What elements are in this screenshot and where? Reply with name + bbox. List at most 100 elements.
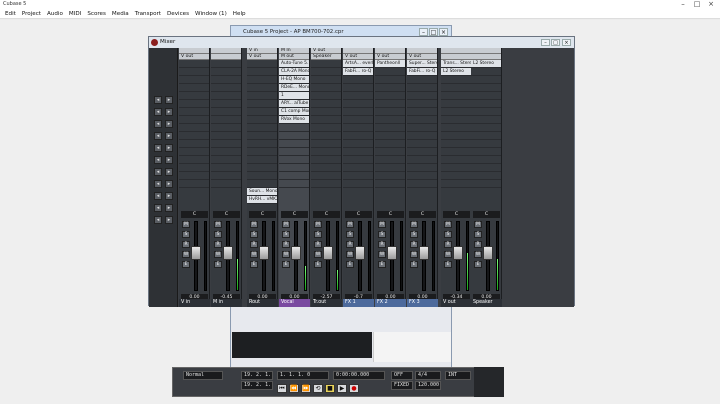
insert-slot[interactable]	[407, 156, 437, 164]
insert-slot[interactable]	[375, 180, 405, 188]
pan-control[interactable]: C	[281, 211, 308, 218]
common-panel-button[interactable]: ◂	[154, 192, 162, 200]
insert-slot[interactable]	[407, 148, 437, 156]
channel-solo-button[interactable]: S	[444, 231, 452, 238]
insert-slot[interactable]	[279, 164, 309, 172]
insert-slot[interactable]	[375, 156, 405, 164]
insert-slot[interactable]	[311, 60, 341, 68]
project-maximize-button[interactable]: □	[429, 28, 438, 36]
channel-mute-button[interactable]: M	[474, 221, 482, 228]
insert-slot[interactable]	[211, 156, 241, 164]
insert-slot[interactable]: C1 comp Mono	[279, 108, 309, 116]
insert-slot[interactable]	[311, 92, 341, 100]
channel-mute-button[interactable]: M	[282, 221, 290, 228]
position-display[interactable]: 1. 1. 1. 0	[277, 371, 329, 380]
insert-slot[interactable]	[279, 148, 309, 156]
fader-handle[interactable]	[483, 246, 493, 261]
common-panel-button[interactable]: ▸	[165, 96, 173, 104]
insert-slot[interactable]	[279, 132, 309, 140]
channel-edit-button[interactable]: E	[182, 261, 190, 268]
insert-slot[interactable]	[247, 148, 277, 156]
insert-slot[interactable]	[311, 76, 341, 84]
pan-control[interactable]: C	[181, 211, 208, 218]
channel-solo-button[interactable]: S	[346, 231, 354, 238]
channel-strip-v-in[interactable]: V out C M S R W E 0.00 V in	[179, 48, 210, 307]
channel-read-button[interactable]: R	[346, 241, 354, 248]
signature-display[interactable]: 4/4	[415, 371, 441, 380]
channel-name[interactable]: FX 3	[407, 299, 438, 307]
channel-edit-button[interactable]: E	[378, 261, 386, 268]
insert-slot[interactable]	[311, 148, 341, 156]
channel-read-button[interactable]: R	[474, 241, 482, 248]
common-panel-button[interactable]: ◂	[154, 132, 162, 140]
insert-slot[interactable]	[441, 116, 471, 124]
insert-slot[interactable]	[471, 68, 501, 76]
common-panel-button[interactable]: ◂	[154, 216, 162, 224]
insert-slot[interactable]	[407, 92, 437, 100]
insert-slot[interactable]	[375, 148, 405, 156]
fader-handle[interactable]	[387, 246, 397, 261]
fader-handle[interactable]	[453, 246, 463, 261]
left-locator[interactable]: 19. 2. 1. 91	[241, 371, 273, 380]
common-panel-button[interactable]: ▸	[165, 120, 173, 128]
channel-name[interactable]: V in	[179, 299, 210, 307]
stop-button[interactable]: ■	[325, 384, 335, 393]
insert-slot[interactable]	[311, 68, 341, 76]
insert-slot[interactable]	[179, 164, 209, 172]
insert-slot[interactable]	[311, 164, 341, 172]
channel-edit-button[interactable]: E	[250, 261, 258, 268]
channel-edit-button[interactable]: E	[444, 261, 452, 268]
insert-slot[interactable]: CLA-2A Mono	[279, 68, 309, 76]
click-status[interactable]: OFF	[391, 371, 413, 380]
insert-slot[interactable]	[211, 132, 241, 140]
insert-slot[interactable]	[375, 92, 405, 100]
insert-slot[interactable]	[343, 84, 373, 92]
insert-slot[interactable]	[211, 92, 241, 100]
insert-slot[interactable]	[247, 140, 277, 148]
insert-slot[interactable]	[441, 156, 471, 164]
channel-name[interactable]: Tr.out	[311, 299, 342, 307]
insert-slot[interactable]	[471, 100, 501, 108]
insert-slot[interactable]	[279, 172, 309, 180]
insert-slot[interactable]: FabFi... ro-Q 2	[407, 68, 437, 76]
insert-slot[interactable]	[311, 156, 341, 164]
channel-read-button[interactable]: R	[182, 241, 190, 248]
common-panel-button[interactable]: ▸	[165, 216, 173, 224]
channel-name[interactable]: V out	[441, 299, 472, 307]
maximize-icon[interactable]: □	[690, 0, 704, 8]
insert-slot[interactable]	[179, 108, 209, 116]
insert-slot[interactable]	[343, 180, 373, 188]
insert-slot[interactable]	[407, 76, 437, 84]
channel-strip-vocal[interactable]: M In M out Auto-Tune 5.1 CLA-2A Mono H-EQ Mo…	[279, 48, 310, 307]
channel-name[interactable]: FX 2	[375, 299, 406, 307]
insert-slot[interactable]	[311, 84, 341, 92]
insert-slot[interactable]	[179, 68, 209, 76]
insert-slot[interactable]	[441, 84, 471, 92]
common-panel-button[interactable]: ▸	[165, 204, 173, 212]
insert-slot[interactable]	[343, 172, 373, 180]
common-panel-button[interactable]: ▸	[165, 168, 173, 176]
channel-solo-button[interactable]: S	[314, 231, 322, 238]
pan-control[interactable]: C	[473, 211, 500, 218]
insert-slot[interactable]	[407, 100, 437, 108]
channel-name[interactable]: FX 1	[343, 299, 374, 307]
channel-name[interactable]: M in	[211, 299, 242, 307]
cycle-button[interactable]: ⟲	[313, 384, 323, 393]
menu-item[interactable]: Edit	[2, 9, 19, 18]
fader-handle[interactable]	[223, 246, 233, 261]
insert-slot[interactable]	[375, 76, 405, 84]
insert-slot[interactable]	[311, 100, 341, 108]
channel-name[interactable]: Rout	[247, 299, 278, 307]
insert-slot[interactable]	[311, 116, 341, 124]
insert-slot[interactable]	[247, 156, 277, 164]
menu-item[interactable]: MIDI	[66, 9, 84, 18]
insert-slot[interactable]	[179, 60, 209, 68]
insert-slot[interactable]	[471, 148, 501, 156]
fader-handle[interactable]	[355, 246, 365, 261]
insert-slot[interactable]	[343, 156, 373, 164]
channel-write-button[interactable]: W	[346, 251, 354, 258]
channel-read-button[interactable]: R	[410, 241, 418, 248]
pan-control[interactable]: C	[249, 211, 276, 218]
insert-slot[interactable]	[375, 172, 405, 180]
insert-slot[interactable]	[247, 100, 277, 108]
